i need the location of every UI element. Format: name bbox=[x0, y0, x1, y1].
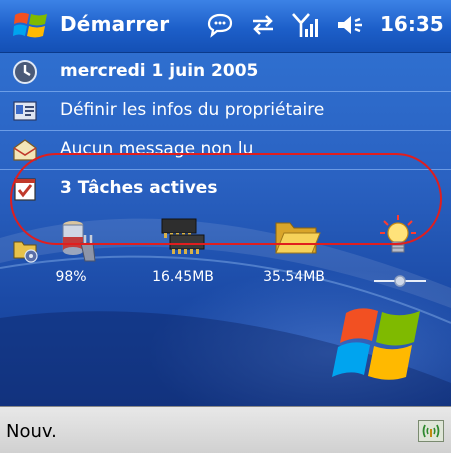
owner-label: Définir les infos du propriétaire bbox=[60, 100, 325, 120]
start-menu-title[interactable]: Démarrer bbox=[60, 12, 169, 36]
wireless-icon[interactable] bbox=[418, 420, 444, 442]
new-softkey[interactable]: Nouv. bbox=[6, 421, 57, 442]
softkey-bar: Nouv. bbox=[0, 406, 451, 453]
notification-icon[interactable] bbox=[205, 10, 235, 40]
brightness-slider[interactable] bbox=[372, 273, 428, 289]
date-row[interactable]: mercredi 1 juin 2005 bbox=[0, 53, 451, 91]
windows-start-icon[interactable] bbox=[12, 6, 50, 44]
today-screen: Démarrer 16:35 mercredi 1 juin 2005 Défi… bbox=[0, 0, 451, 453]
title-bar: Démarrer 16:35 bbox=[0, 0, 451, 53]
signal-icon[interactable] bbox=[290, 10, 322, 40]
highlight-oval bbox=[10, 153, 442, 245]
connectivity-icon[interactable] bbox=[247, 10, 279, 40]
clock-time[interactable]: 16:35 bbox=[380, 12, 444, 36]
owner-row[interactable]: Définir les infos du propriétaire bbox=[0, 92, 451, 130]
owner-card-icon bbox=[13, 101, 37, 121]
storage-label: 35.54MB bbox=[263, 269, 325, 285]
date-label: mercredi 1 juin 2005 bbox=[60, 61, 259, 81]
battery-label: 98% bbox=[55, 269, 87, 285]
volume-icon[interactable] bbox=[335, 10, 369, 40]
brightness-slider-thumb[interactable] bbox=[394, 275, 406, 287]
windows-flag-logo bbox=[332, 308, 420, 380]
memory-label: 16.45MB bbox=[152, 269, 214, 285]
clock-icon bbox=[13, 60, 37, 84]
